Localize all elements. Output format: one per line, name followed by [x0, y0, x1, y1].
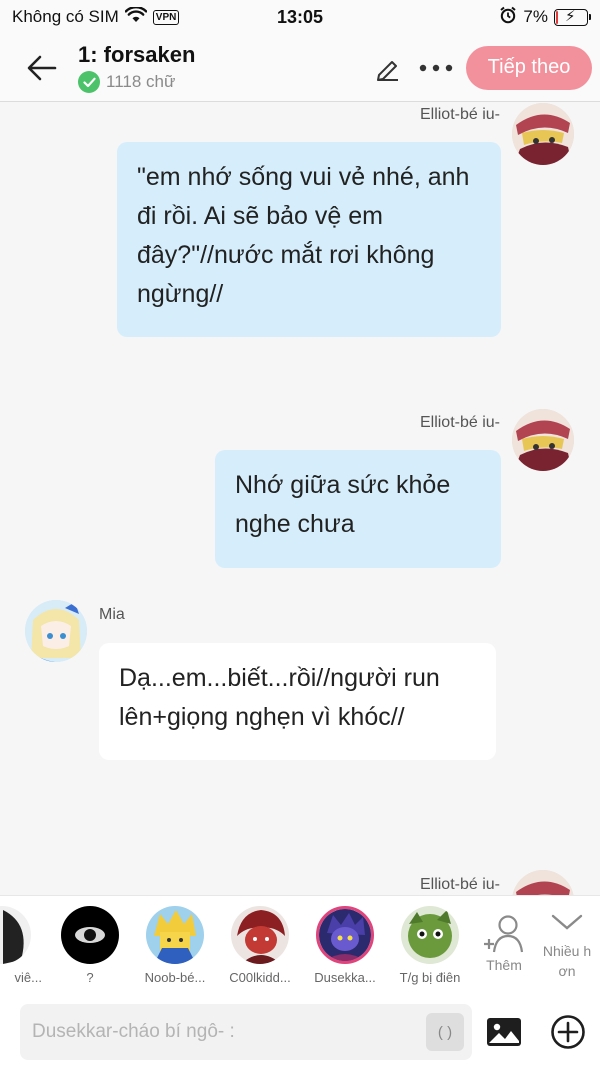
character-label: ?: [86, 970, 94, 985]
chevron-down-icon: [551, 914, 583, 930]
character-label: T/g bị điên: [399, 970, 461, 985]
character-label: C00lkidd...: [229, 970, 291, 985]
status-bar: Không có SIM VPN 13:05 7% ⚡: [0, 0, 600, 34]
character-avatar: [146, 906, 204, 964]
avatar-elliot[interactable]: [512, 409, 574, 471]
status-left: Không có SIM VPN: [12, 5, 180, 28]
battery-percent: 7%: [523, 7, 548, 26]
verified-check-icon: [78, 71, 100, 93]
avatar-elliot[interactable]: [512, 103, 574, 165]
character-item[interactable]: Noob-bé...: [135, 906, 215, 985]
add-character-label: Thêm: [486, 957, 522, 973]
sender-name: Elliot-bé iu-: [419, 876, 500, 893]
alarm-icon: [499, 6, 517, 29]
character-item[interactable]: viê...: [0, 906, 42, 985]
avatar-mia[interactable]: [25, 600, 87, 662]
character-avatar: [231, 906, 289, 964]
status-right: 7% ⚡: [499, 6, 591, 29]
sender-name: Elliot-bé iu-: [419, 106, 500, 123]
add-more-button[interactable]: [546, 1010, 590, 1054]
character-item[interactable]: T/g bị điên: [390, 906, 470, 985]
more-dots-icon: [419, 64, 453, 71]
chapter-title: 1: forsaken: [78, 42, 196, 67]
character-label: Dusekka...: [314, 970, 376, 985]
chapter-header: 1: forsaken 1118 chữ Tiếp theo: [0, 34, 600, 102]
action-parentheses-button[interactable]: ( ): [426, 1013, 464, 1051]
add-person-icon: [484, 915, 524, 953]
message-input-box[interactable]: ( ): [20, 1004, 472, 1060]
character-avatar: [61, 906, 119, 964]
arrow-left-icon: [27, 55, 57, 80]
more-options-button[interactable]: [416, 48, 456, 88]
avatar-elliot[interactable]: [512, 870, 574, 895]
input-bar: ( ): [0, 997, 600, 1067]
next-chapter-button[interactable]: Tiếp theo: [466, 45, 592, 90]
chat-area[interactable]: Elliot-bé iu- "em nhớ sống vui vẻ nhé, a…: [0, 103, 600, 895]
character-item[interactable]: ?: [50, 906, 130, 985]
message-input[interactable]: [32, 1021, 426, 1043]
sender-name: Mia: [99, 606, 125, 623]
word-count: 1118 chữ: [106, 72, 176, 91]
title-block: 1: forsaken 1118 chữ: [78, 42, 368, 93]
more-characters-label: Nhiều hơn: [542, 943, 592, 979]
plus-circle-icon: [551, 1015, 585, 1049]
add-character-button[interactable]: Thêm: [478, 914, 530, 973]
sender-name: Elliot-bé iu-: [419, 414, 500, 431]
character-avatar: [0, 906, 31, 964]
carrier-label: Không có SIM: [12, 7, 119, 26]
message-bubble: Dạ...em...biết...rồi//người run lên+giọn…: [99, 643, 496, 760]
wifi-icon: [124, 5, 148, 28]
character-label: Noob-bé...: [144, 970, 206, 985]
character-item[interactable]: C00lkidd...: [220, 906, 300, 985]
character-label: viê...: [14, 970, 42, 985]
character-avatar: [316, 906, 374, 964]
image-icon: [487, 1018, 521, 1046]
back-button[interactable]: [14, 40, 70, 96]
insert-image-button[interactable]: [482, 1010, 526, 1054]
message-bubble: Nhớ giữa sức khỏe nghe chưa: [215, 450, 501, 568]
word-count-row: 1118 chữ: [78, 71, 368, 93]
vpn-badge: VPN: [152, 9, 180, 25]
character-item[interactable]: Dusekka...: [305, 906, 385, 985]
battery-icon: ⚡: [554, 7, 591, 26]
message-bubble: "em nhớ sống vui vẻ nhé, anh đi rồi. Ai …: [117, 142, 501, 337]
more-characters-button[interactable]: Nhiều hơn: [536, 912, 598, 981]
charging-bolt-icon: ⚡: [565, 7, 576, 25]
character-strip[interactable]: viê... ? Noob-bé... C00lkidd... Dusekka.…: [0, 895, 600, 997]
battery-fill: [556, 10, 559, 24]
character-avatar: [401, 906, 459, 964]
pencil-icon: [377, 60, 398, 81]
edit-button[interactable]: [368, 48, 408, 88]
